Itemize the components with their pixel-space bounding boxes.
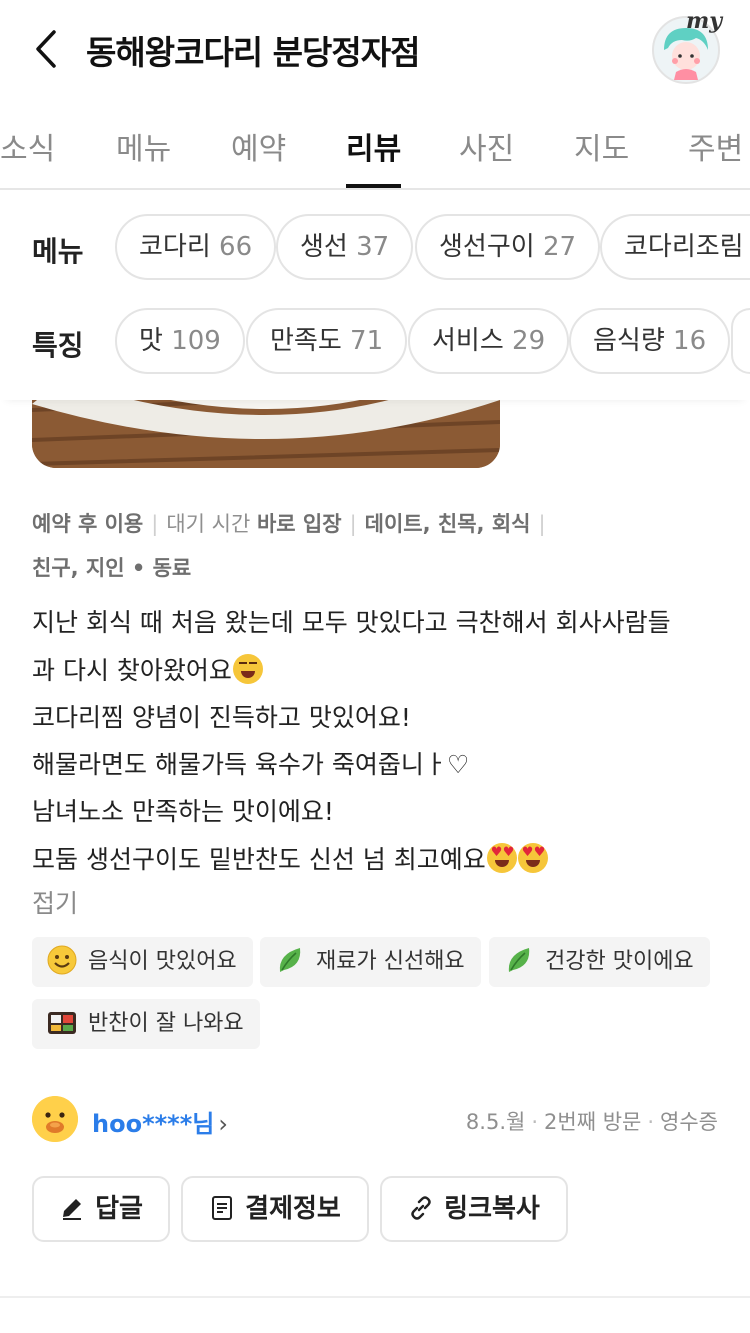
reviewer-nickname[interactable]: hoo****님 ›: [92, 1104, 228, 1139]
link-icon: [411, 1196, 431, 1220]
review-filters: 메뉴 코다리 66 생선 37 생선구이 27 코다리조림 1 특징 맛 109…: [0, 190, 750, 400]
review-text-line: 과 다시 찾아왔어요: [32, 651, 263, 687]
feature-chip[interactable]: 만족도 71: [246, 308, 408, 374]
smiley-icon: [47, 945, 77, 975]
feature-chip[interactable]: 서비스 29: [408, 308, 570, 374]
review-meta-line-2: 친구, 지인 • 동료: [32, 556, 192, 580]
back-arrow-icon[interactable]: [28, 26, 68, 72]
section-divider: [0, 1296, 750, 1298]
review-text-line: 모둠 생선구이도 밑반찬도 신선 넘 최고예요: [32, 840, 548, 876]
more-chip[interactable]: [731, 308, 750, 374]
app-header: 동해왕코다리 분당정자점 my: [0, 0, 750, 100]
reply-button[interactable]: 답글: [32, 1176, 170, 1242]
payment-info-button[interactable]: 결제정보: [181, 1176, 369, 1242]
review-meta-line-1: 예약 후 이용 | 대기 시간 바로 입장 | 데이트, 친목, 회식 |: [32, 512, 546, 536]
keyword-tag: 반찬이 잘 나와요: [32, 999, 260, 1049]
keyword-tag: 건강한 맛이에요: [489, 937, 710, 987]
heart-eyes-emoji-icon: [486, 843, 517, 873]
menu-chip[interactable]: 코다리조림 1: [600, 214, 750, 280]
heart-eyes-emoji-icon: [517, 843, 548, 873]
visit-info: 8.5.월 · 2번째 방문 · 영수증: [465, 1110, 718, 1134]
tab-map[interactable]: 지도: [574, 124, 629, 168]
tab-news[interactable]: 소식: [0, 124, 55, 168]
review-text-line: 코다리찜 양념이 진득하고 맛있어요!: [32, 703, 411, 732]
tab-nearby[interactable]: 주변: [688, 124, 743, 168]
collapse-button[interactable]: 접기: [32, 884, 78, 920]
tab-menu[interactable]: 메뉴: [116, 124, 171, 168]
active-tab-indicator: [346, 184, 401, 188]
tab-reservation[interactable]: 예약: [231, 124, 286, 168]
review-text-line: 지난 회식 때 처음 왔는데 모두 맛있다고 극찬해서 회사사람들: [32, 608, 671, 637]
keyword-tag: 음식이 맛있어요: [32, 937, 253, 987]
menu-chip[interactable]: 생선구이 27: [415, 214, 601, 280]
keyword-tag: 재료가 신선해요: [260, 937, 481, 987]
leaf-icon: [508, 948, 530, 972]
chevron-right-icon: ›: [218, 1110, 228, 1138]
menu-chip[interactable]: 코다리 66: [115, 214, 277, 280]
review-text-line: 해물라면도 해물가득 육수가 죽여줍니ㅏ♡: [32, 750, 470, 779]
tab-review[interactable]: 리뷰: [346, 124, 401, 168]
copy-link-button[interactable]: 링크복사: [380, 1176, 568, 1242]
bento-icon: [48, 1012, 76, 1034]
receipt-icon: [212, 1196, 233, 1220]
feature-filter-label: 특징: [32, 329, 84, 362]
grinning-squint-emoji-icon: [232, 654, 263, 684]
leaf-icon: [279, 948, 301, 972]
menu-filter-label: 메뉴: [32, 235, 84, 268]
review-text-line: 남녀노소 만족하는 맛이에요!: [32, 797, 334, 826]
tab-photo[interactable]: 사진: [459, 124, 514, 168]
place-title: 동해왕코다리 분당정자점: [86, 33, 420, 72]
tab-bar: 소식 메뉴 예약 리뷰 사진 지도 주변: [0, 110, 750, 190]
pencil-icon: [63, 1199, 82, 1220]
feature-chip[interactable]: 맛 109: [115, 308, 245, 374]
feature-chip[interactable]: 음식량 16: [569, 308, 731, 374]
my-label: my: [686, 8, 723, 34]
reviewer-avatar[interactable]: [32, 1096, 78, 1142]
menu-chip[interactable]: 생선 37: [276, 214, 414, 280]
